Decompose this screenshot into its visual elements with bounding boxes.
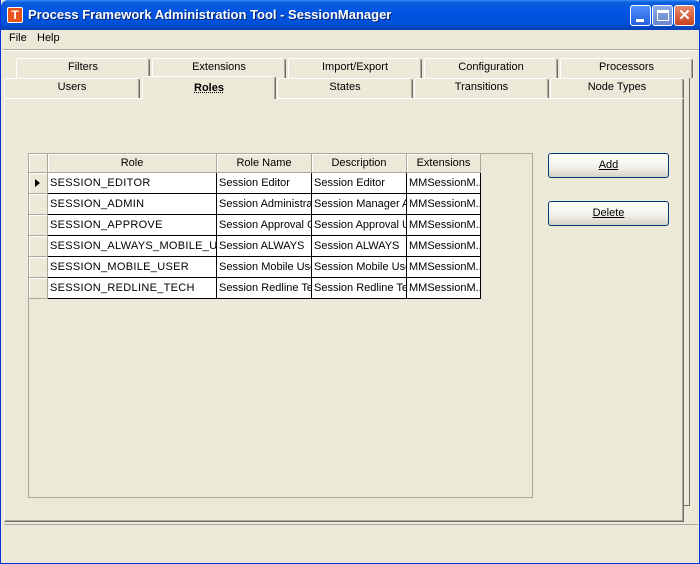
delete-button[interactable]: Delete: [548, 201, 669, 226]
tab-label: States: [329, 81, 361, 93]
roles-grid[interactable]: Role Role Name Description Extensions SE…: [28, 153, 533, 498]
table-cell-role[interactable]: SESSION_ADMIN: [48, 194, 217, 215]
current-row-arrow-icon: [35, 179, 40, 187]
maximize-icon: [657, 10, 669, 21]
table-cell-description[interactable]: Session Manager A: [312, 194, 407, 215]
tab-label: Filters: [68, 61, 98, 73]
tab-label: Node Types: [587, 81, 647, 93]
menu-help[interactable]: Help: [35, 32, 62, 44]
tab-label: Extensions: [192, 61, 246, 73]
tab-filters[interactable]: Filters: [16, 58, 150, 78]
table-cell-description[interactable]: Session Editor: [312, 173, 407, 194]
table-cell-role-name[interactable]: Session Mobile Use: [217, 257, 312, 278]
tab-transitions[interactable]: Transitions: [414, 78, 549, 98]
tab-label: Roles: [194, 82, 224, 94]
table-cell-role[interactable]: SESSION_EDITOR: [48, 173, 217, 194]
minimize-button[interactable]: [630, 5, 651, 26]
tab-states[interactable]: States: [277, 78, 413, 98]
tab-import-export[interactable]: Import/Export: [288, 58, 422, 78]
app-icon: T: [7, 7, 23, 23]
close-icon: ✕: [678, 7, 691, 24]
tab-label: Configuration: [458, 61, 524, 73]
maximize-button[interactable]: [652, 5, 673, 26]
column-header-role[interactable]: Role: [48, 154, 217, 173]
row-header[interactable]: [29, 278, 48, 299]
tab-configuration[interactable]: Configuration: [424, 58, 558, 78]
table-cell-description[interactable]: Session ALWAYS: [312, 236, 407, 257]
tab-label: Transitions: [454, 81, 509, 93]
grid-corner-header: [29, 154, 48, 173]
row-header[interactable]: [29, 173, 48, 194]
table-cell-role-name[interactable]: Session Approval C: [217, 215, 312, 236]
table-cell-extensions[interactable]: MMSessionM...: [407, 215, 481, 236]
tab-node-types[interactable]: Node Types: [550, 78, 684, 98]
table-cell-extensions[interactable]: MMSessionM...: [407, 236, 481, 257]
table-cell-extensions[interactable]: MMSessionM...: [407, 257, 481, 278]
table-cell-role[interactable]: SESSION_APPROVE: [48, 215, 217, 236]
tab-roles[interactable]: Roles: [142, 76, 276, 99]
table-cell-description[interactable]: Session Mobile Use: [312, 257, 407, 278]
minimize-icon: [636, 19, 644, 22]
table-cell-description[interactable]: Session Redline Te: [312, 278, 407, 299]
table-cell-extensions[interactable]: MMSessionM...: [407, 173, 481, 194]
row-header[interactable]: [29, 257, 48, 278]
row-header[interactable]: [29, 215, 48, 236]
table-cell-role-name[interactable]: Session Administra: [217, 194, 312, 215]
table-cell-role-name[interactable]: Session Redline Te: [217, 278, 312, 299]
table-cell-extensions[interactable]: MMSessionM...: [407, 278, 481, 299]
row-header[interactable]: [29, 194, 48, 215]
column-header-extensions[interactable]: Extensions: [407, 154, 481, 173]
tab-label: Processors: [598, 61, 655, 73]
table-cell-role-name[interactable]: Session Editor: [217, 173, 312, 194]
tab-label: Import/Export: [321, 61, 389, 73]
menu-separator: [3, 49, 699, 51]
application-window: T Process Framework Administration Tool …: [0, 0, 700, 564]
tab-processors[interactable]: Processors: [560, 58, 693, 78]
table-cell-description[interactable]: Session Approval U: [312, 215, 407, 236]
table-cell-role[interactable]: SESSION_ALWAYS_MOBILE_US: [48, 236, 217, 257]
tab-extensions[interactable]: Extensions: [152, 58, 286, 78]
add-button-label: Add: [598, 159, 619, 171]
title-bar[interactable]: T Process Framework Administration Tool …: [1, 0, 700, 30]
row-header[interactable]: [29, 236, 48, 257]
tab-users[interactable]: Users: [4, 78, 140, 98]
menu-file[interactable]: File: [7, 32, 29, 44]
column-header-role-name[interactable]: Role Name: [217, 154, 312, 173]
tab-control-back-edge: [684, 78, 690, 506]
window-title: Process Framework Administration Tool - …: [28, 7, 392, 22]
table-cell-role[interactable]: SESSION_MOBILE_USER: [48, 257, 217, 278]
window-bottom-area: [4, 524, 698, 560]
column-header-description[interactable]: Description: [312, 154, 407, 173]
table-cell-role[interactable]: SESSION_REDLINE_TECH: [48, 278, 217, 299]
tab-label: Users: [57, 81, 87, 93]
table-cell-extensions[interactable]: MMSessionM...: [407, 194, 481, 215]
delete-button-label: Delete: [592, 207, 625, 219]
add-button[interactable]: Add: [548, 153, 669, 178]
close-button[interactable]: ✕: [674, 5, 695, 26]
table-cell-role-name[interactable]: Session ALWAYS: [217, 236, 312, 257]
menu-bar: File Help: [1, 30, 700, 48]
